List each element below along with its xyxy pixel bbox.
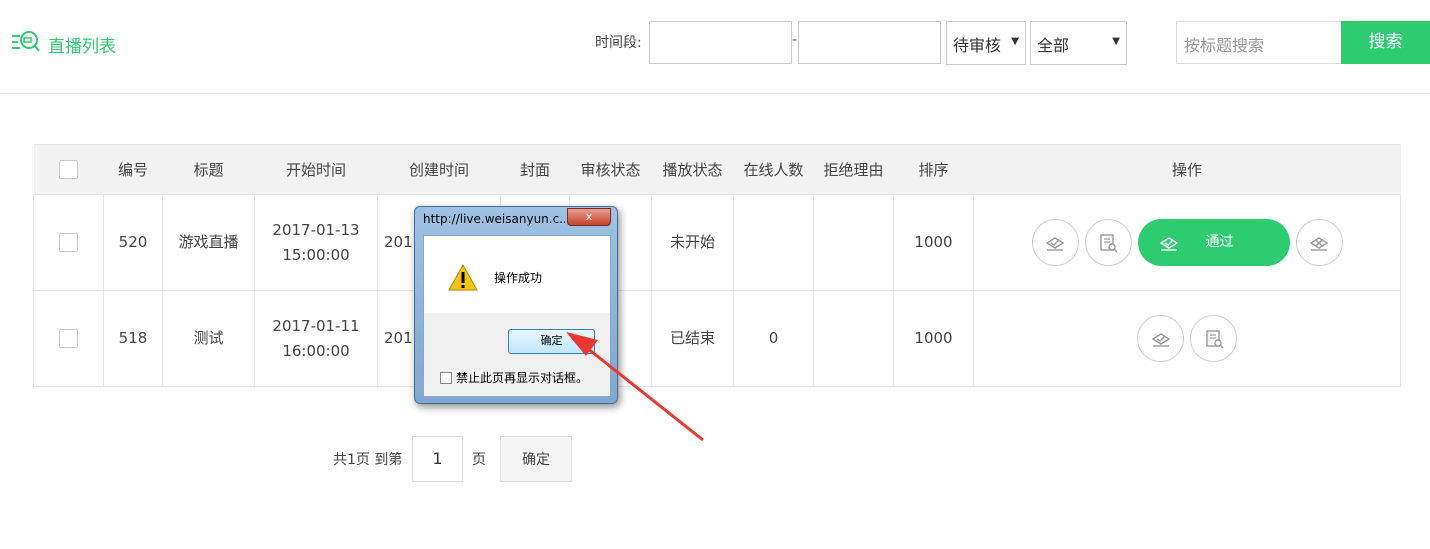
pager-suffix: 页 [472,452,486,468]
dialog-title: http://live.weisanyun.c... [423,212,565,226]
cell-id: 520 [103,194,163,291]
dialog-ok-button[interactable]: 确定 [508,329,595,354]
warning-icon [448,263,478,295]
suppress-dialogs-label: 禁止此页再显示对话框。 [456,371,589,385]
pass-button[interactable]: 通过 [1137,219,1290,266]
brand: 直播列表 [10,28,116,60]
cell-reject-reason [813,194,894,291]
cell-sort: 1000 [893,290,974,387]
cell-reject-reason [813,290,894,387]
table-row: 518 测试 2017-01-11 16:00:00 2017 过 已结束 0 … [33,290,1401,387]
period-label: 时间段: [595,35,642,51]
col-header-created-time: 创建时间 [377,144,501,195]
cell-play-status: 已结束 [651,290,734,387]
approve-icon [1151,332,1170,347]
col-header-actions: 操作 [973,144,1401,195]
cell-online [733,194,814,291]
col-header-online: 在线人数 [733,144,814,195]
close-icon: x [585,210,593,223]
select-all-cell [33,144,104,195]
status-select-value: 待审核 [953,36,1002,55]
live-table: 编号 标题 开始时间 创建时间 封面 审核状态 播放状态 在线人数 拒绝理由 排… [33,144,1401,387]
cell-start-time: 2017-01-11 16:00:00 [254,290,378,387]
page-title: 直播列表 [48,36,116,57]
row-checkbox[interactable] [59,233,78,252]
cell-title: 测试 [162,290,255,387]
document-search-icon [1205,329,1223,348]
dialog-message: 操作成功 [494,271,543,285]
reject-icon [1309,236,1329,251]
dropdown-arrow-icon: ▼ [1011,36,1019,47]
reject-icon-button[interactable] [1295,219,1343,266]
col-header-title: 标题 [162,144,255,195]
date-separator: - [792,32,798,48]
dialog-body: 操作成功 确定 禁止此页再显示对话框。 [423,235,611,397]
suppress-dialogs-checkbox[interactable] [440,371,452,384]
col-header-play-status: 播放状态 [651,144,734,195]
cell-actions [973,290,1401,387]
col-header-start-time: 开始时间 [254,144,378,195]
cell-online: 0 [733,290,814,387]
pager-total-text: 共1页 到第 [333,452,403,468]
table-header-row: 编号 标题 开始时间 创建时间 封面 审核状态 播放状态 在线人数 拒绝理由 排… [33,144,1401,195]
cell-sort: 1000 [893,194,974,291]
col-header-audit-status: 审核状态 [569,144,652,195]
row-checkbox[interactable] [59,329,78,348]
dialog-close-button[interactable]: x [567,208,611,226]
approve-icon-button[interactable] [1137,315,1184,362]
start-date-input[interactable] [649,21,792,64]
cell-play-status: 未开始 [651,194,734,291]
search-button[interactable]: 搜索 [1341,21,1430,64]
cell-start-time: 2017-01-13 15:00:00 [254,194,378,291]
alert-dialog: http://live.weisanyun.c... x 操作成功 确定 禁止此… [414,206,618,404]
row-checkbox-cell [33,194,104,291]
status-select[interactable]: 待审核 ▼ [946,21,1026,65]
col-header-id: 编号 [103,144,163,195]
document-search-icon [1100,233,1118,252]
row-checkbox-cell [33,290,104,387]
page-number-input[interactable]: 1 [412,436,463,482]
live-list-icon [10,28,40,60]
top-bar: 直播列表 时间段: - 待审核 ▼ 全部 ▼ 按标题搜索 搜索 [0,0,1430,94]
table-row: 520 游戏直播 2017-01-13 15:00:00 2017 核 未开始 … [33,194,1401,291]
col-header-cover: 封面 [500,144,570,195]
detail-icon-button[interactable] [1084,219,1132,266]
approve-icon [1159,236,1178,251]
suppress-dialogs-option[interactable]: 禁止此页再显示对话框。 [440,369,588,386]
search-input[interactable]: 按标题搜索 [1176,21,1342,64]
approve-icon [1045,236,1065,251]
dropdown-arrow-icon: ▼ [1112,36,1120,47]
cell-actions: 通过 [973,194,1401,291]
detail-icon-button[interactable] [1190,315,1237,362]
category-select-value: 全部 [1037,36,1070,55]
end-date-input[interactable] [798,21,941,64]
cell-id: 518 [103,290,163,387]
go-page-button[interactable]: 确定 [500,436,572,482]
pass-button-label: 通过 [1205,234,1234,250]
col-header-reject-reason: 拒绝理由 [813,144,894,195]
category-select[interactable]: 全部 ▼ [1030,21,1127,65]
cell-title: 游戏直播 [162,194,255,291]
col-header-sort: 排序 [893,144,974,195]
select-all-checkbox[interactable] [59,160,78,179]
approve-icon-button[interactable] [1031,219,1079,266]
